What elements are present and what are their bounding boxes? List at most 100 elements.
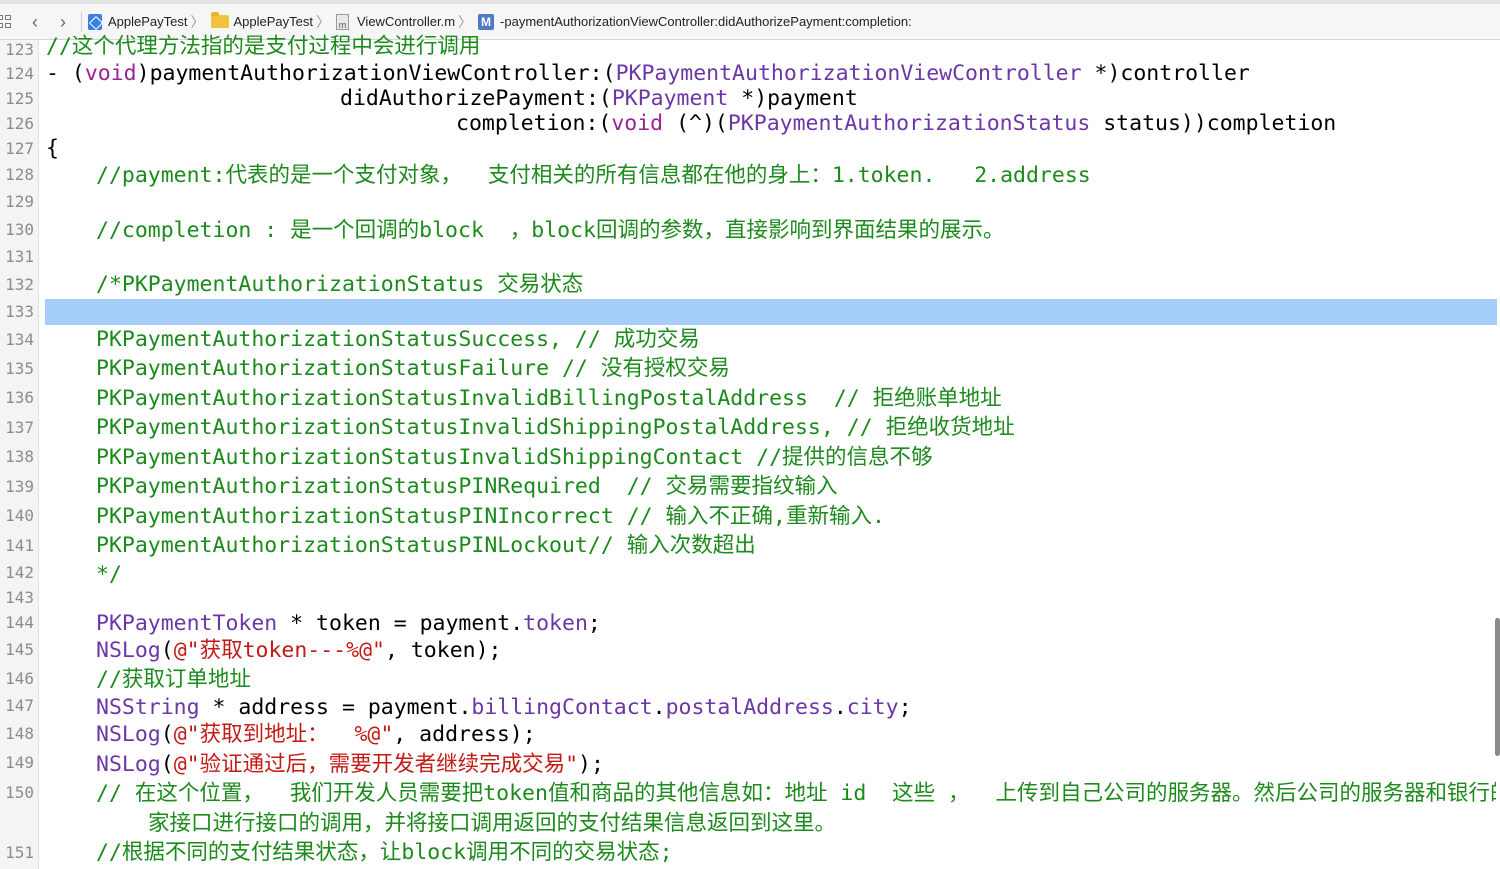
code-line-138[interactable]: PKPaymentAuthorizationStatusInvalidShipp… [96, 445, 933, 471]
code-line-142[interactable]: */ [96, 562, 122, 588]
breadcrumb-file[interactable]: m ViewController.m 〉 [336, 12, 478, 32]
objc-file-icon: m [336, 13, 349, 30]
code-line-124[interactable]: - (void)paymentAuthorizationViewControll… [46, 61, 1250, 87]
line-number: 140 [5, 506, 34, 525]
code-token: NSString [96, 695, 200, 720]
code-token: *)payment [728, 86, 858, 111]
line-number: 151 [5, 843, 34, 862]
code-token: void [611, 111, 664, 136]
code-token: NSLog [96, 722, 161, 747]
code-line-141[interactable]: PKPaymentAuthorizationStatusPINLockout//… [96, 533, 756, 559]
line-number: 147 [5, 696, 34, 715]
line-number: 145 [5, 640, 34, 659]
code-line-139[interactable]: PKPaymentAuthorizationStatusPINRequired … [96, 474, 838, 500]
code-token: void [84, 61, 137, 86]
code-token: token [523, 611, 588, 636]
code-token: billingContact [471, 695, 653, 720]
code-line-144[interactable]: PKPaymentToken * token = payment.token; [96, 611, 601, 637]
chevron-right-icon: 〉 [316, 13, 330, 30]
code-token: *)controller [1081, 61, 1250, 86]
code-token: . [833, 695, 847, 720]
forward-arrow-icon[interactable]: › [49, 12, 77, 32]
line-number: 149 [5, 753, 34, 772]
code-token: didAuthorizePayment:( [340, 86, 612, 111]
breadcrumb-label: ViewController.m [357, 14, 456, 29]
code-line-123[interactable]: //这个代理方法指的是支付过程中会进行调用 [46, 34, 480, 60]
code-line-137[interactable]: PKPaymentAuthorizationStatusInvalidShipp… [96, 415, 1015, 441]
code-token: (^)( [663, 111, 728, 136]
code-line-147[interactable]: NSString * address = payment.billingCont… [96, 695, 912, 721]
code-token: )paymentAuthorizationViewController:( [136, 61, 616, 86]
code-token: * address = payment. [199, 695, 472, 720]
code-token: completion:( [456, 111, 612, 136]
chevron-right-icon: 〉 [458, 13, 473, 30]
line-number: 130 [5, 220, 34, 239]
code-line-127[interactable]: { [46, 136, 59, 162]
code-token: PKPaymentAuthorizationViewController [615, 61, 1082, 86]
back-arrow-icon[interactable]: ‹ [21, 12, 49, 32]
code-token: @"获取到地址： %@" [173, 722, 394, 747]
line-number: 125 [5, 89, 34, 108]
code-line-128[interactable]: //payment:代表的是一个支付对象， 支付相关的所有信息都在他的身上：1.… [96, 163, 1091, 189]
code-token: @"验证通过后，需要开发者继续完成交易" [173, 752, 579, 777]
code-line-151[interactable]: //根据不同的支付结果状态，让block调用不同的交易状态; [96, 840, 673, 866]
related-items-icon[interactable] [0, 14, 13, 29]
line-number: 132 [5, 275, 34, 294]
code-token: status))completion [1090, 111, 1337, 136]
line-number: 123 [5, 40, 34, 59]
code-token: NSLog [96, 752, 161, 777]
code-line-148[interactable]: NSLog(@"获取到地址： %@", address); [96, 722, 536, 748]
line-number: 133 [5, 302, 34, 321]
code-line-132[interactable]: /*PKPaymentAuthorizationStatus 交易状态 [96, 272, 583, 298]
line-number: 135 [5, 359, 34, 378]
line-number: 141 [5, 536, 34, 555]
divider [81, 11, 82, 32]
code-line-140[interactable]: PKPaymentAuthorizationStatusPINIncorrect… [96, 504, 885, 530]
line-number-gutter[interactable]: 123 124 125 126 127 128 129 130 131 132 … [0, 40, 39, 869]
code-line-150[interactable]: // 在这个位置， 我们开发人员需要把token值和商品的其他信息如：地址 id… [96, 781, 1496, 807]
code-token: postalAddress [665, 695, 834, 720]
code-line-150-wrap[interactable]: 家接口进行接口的调用，并将接口调用返回的支付结果信息返回到这里。 [148, 811, 836, 837]
line-number: 139 [5, 477, 34, 496]
code-token: ; [898, 695, 912, 720]
code-token: @"获取token---%@" [173, 638, 385, 663]
code-line-126[interactable]: completion:(void (^)(PKPaymentAuthorizat… [456, 111, 1336, 137]
line-number: 144 [5, 613, 34, 632]
code-line-146[interactable]: //获取订单地址 [96, 667, 251, 693]
code-line-135[interactable]: PKPaymentAuthorizationStatusFailure // 没… [96, 356, 730, 382]
code-line-125[interactable]: didAuthorizePayment:(PKPayment *)payment [340, 86, 858, 112]
line-number: 146 [5, 669, 34, 688]
breadcrumb-project[interactable]: ApplePayTest 〉 [88, 12, 211, 32]
code-line-130[interactable]: //completion : 是一个回调的block ，block回调的参数，直… [96, 218, 1005, 244]
code-token: * token = payment. [277, 611, 524, 636]
line-number: 127 [5, 139, 34, 158]
line-number: 128 [5, 165, 34, 184]
line-number: 134 [5, 330, 34, 349]
code-token: city [846, 695, 899, 720]
line-number: 129 [5, 192, 34, 211]
breadcrumb-method[interactable]: M -paymentAuthorizationViewController:di… [478, 13, 912, 30]
current-line-highlight [45, 299, 1497, 325]
code-line-136[interactable]: PKPaymentAuthorizationStatusInvalidBilli… [96, 386, 1002, 412]
breadcrumb-label: ApplePayTest [108, 14, 188, 29]
line-number: 143 [5, 588, 34, 607]
breadcrumb-label: ApplePayTest [233, 14, 314, 29]
line-number: 142 [5, 563, 34, 582]
vertical-scrollbar[interactable] [1495, 618, 1500, 756]
code-line-149[interactable]: NSLog(@"验证通过后，需要开发者继续完成交易"); [96, 752, 604, 778]
line-number: 124 [5, 64, 34, 83]
code-token: , token); [384, 638, 502, 663]
method-icon: M [478, 13, 495, 30]
code-token: PKPaymentAuthorizationStatus [727, 111, 1091, 136]
line-number: 131 [5, 247, 34, 266]
line-number: 137 [5, 418, 34, 437]
code-token: , address); [393, 722, 536, 747]
folder-icon [210, 12, 229, 28]
code-line-145[interactable]: NSLog(@"获取token---%@", token); [96, 638, 501, 664]
code-token: . [652, 695, 666, 720]
chevron-right-icon: 〉 [190, 13, 205, 30]
breadcrumb-label: -paymentAuthorizationViewController:didA… [500, 14, 912, 29]
code-line-134[interactable]: PKPaymentAuthorizationStatusSuccess, // … [96, 327, 700, 353]
line-number: 150 [5, 783, 34, 802]
breadcrumb-group[interactable]: ApplePayTest 〉 [210, 12, 337, 32]
